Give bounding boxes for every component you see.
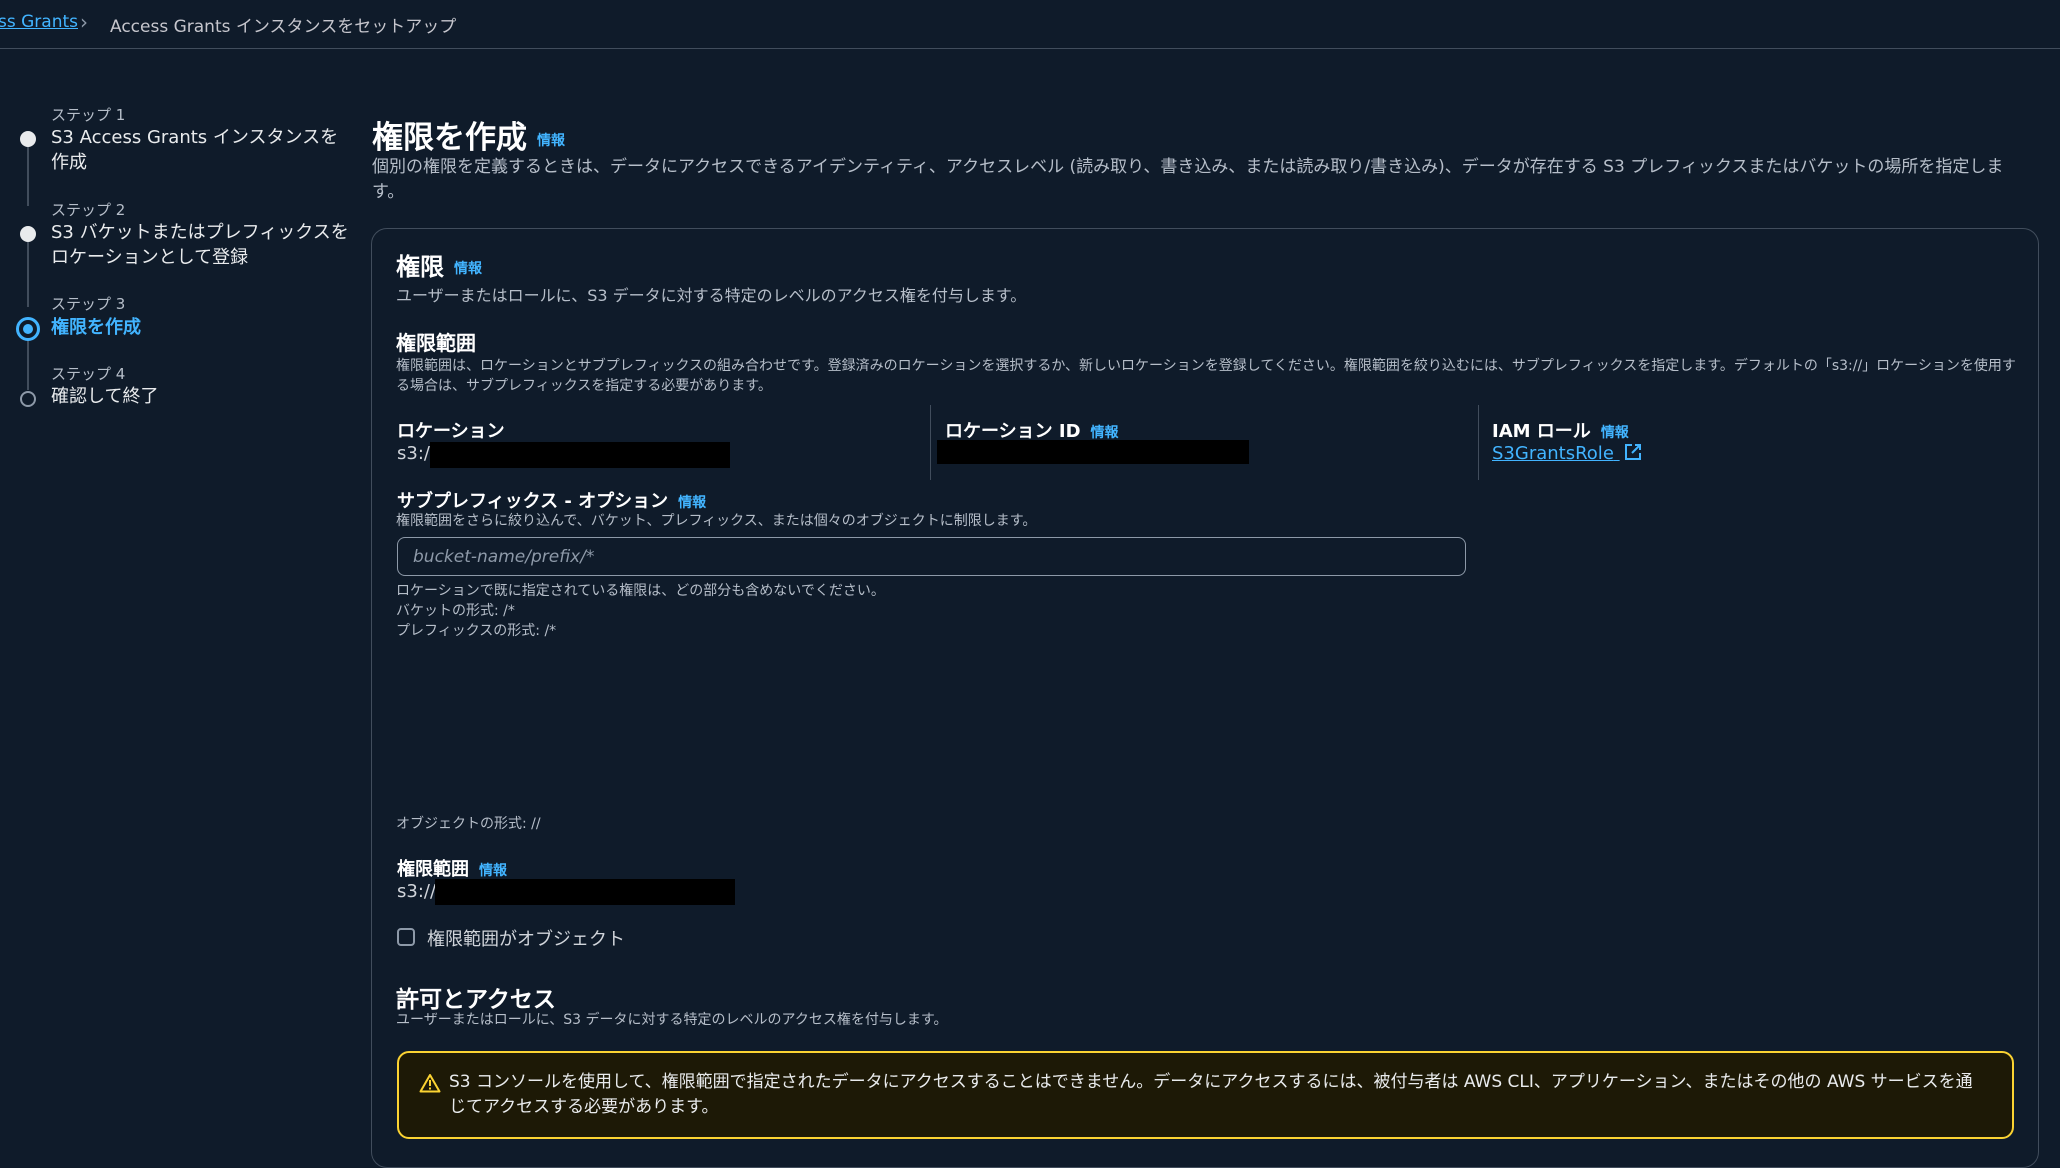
grant-title-text: 権限	[396, 253, 444, 281]
subprefix-hint-object: オブジェクトの形式: //	[396, 816, 541, 832]
subprefix-hint-prefix: プレフィックスの形式: /*	[396, 623, 557, 639]
subprefix-input[interactable]	[397, 537, 1466, 576]
grant-section-title: 権限 情報	[396, 247, 482, 282]
info-link[interactable]: 情報	[454, 261, 482, 277]
step-3-label: ステップ 3	[51, 295, 126, 313]
scope-is-object-checkbox[interactable]	[397, 928, 415, 946]
redacted-location	[430, 442, 730, 468]
info-link[interactable]: 情報	[479, 863, 507, 879]
scope-result-label: 権限範囲 情報	[397, 855, 507, 881]
breadcrumb-link-access-grants[interactable]: ss Grants	[0, 12, 78, 32]
iam-role-link[interactable]: S3GrantsRole	[1492, 443, 1642, 464]
scope-description: 権限範囲は、ロケーションとサブプレフィックスの組み合わせです。登録済みのロケーシ…	[396, 358, 2016, 394]
step-3-title: 権限を作成	[51, 317, 141, 338]
step-1-title: S3 Access Grants インスタンスを作成	[51, 127, 339, 173]
subprefix-hint: ロケーションで既に指定されている権限は、どの部分も含めないでください。	[396, 583, 885, 599]
external-link-icon	[1624, 444, 1641, 460]
redacted-scope	[435, 879, 735, 905]
location-id-label-text: ロケーション ID	[945, 421, 1081, 442]
iam-role-link-text: S3GrantsRole	[1492, 443, 1614, 464]
step-complete-icon	[20, 131, 36, 147]
permissions-description: ユーザーまたはロールに、S3 データに対する特定のレベルのアクセス権を付与します…	[396, 1012, 948, 1028]
step-4-label: ステップ 4	[51, 365, 126, 383]
iam-role-label: IAM ロール 情報	[1492, 417, 1629, 443]
page-title: 権限を作成 情報	[372, 112, 565, 157]
warning-icon	[419, 1074, 441, 1093]
page-description: 個別の権限を定義するときは、データにアクセスできるアイデンティティ、アクセスレベ…	[372, 157, 2004, 202]
scope-title: 権限範囲	[396, 331, 476, 355]
step-connector	[27, 146, 29, 206]
scope-result-label-text: 権限範囲	[397, 859, 469, 880]
location-value: s3:/	[397, 443, 430, 464]
step-2-label: ステップ 2	[51, 201, 126, 219]
column-divider	[1478, 405, 1479, 480]
step-4-title: 確認して終了	[51, 386, 159, 407]
chevron-right-icon: ›	[80, 10, 88, 34]
warning-alert-text: S3 コンソールを使用して、権限範囲で指定されたデータにアクセスすることはできま…	[449, 1072, 1973, 1117]
page-title-text: 権限を作成	[372, 120, 527, 156]
subprefix-label-text: サブプレフィックス - オプション	[397, 491, 669, 512]
location-label: ロケーション	[397, 421, 505, 442]
warning-alert: S3 コンソールを使用して、権限範囲で指定されたデータにアクセスすることはできま…	[397, 1051, 2014, 1139]
permissions-title: 許可とアクセス	[396, 987, 556, 1013]
column-divider	[930, 405, 931, 480]
subprefix-hint-bucket: バケットの形式: /*	[396, 603, 515, 619]
step-complete-icon	[20, 226, 36, 242]
step-connector	[27, 340, 29, 390]
subprefix-description: 権限範囲をさらに絞り込んで、バケット、プレフィックス、または個々のオブジェクトに…	[396, 513, 1037, 529]
info-link[interactable]: 情報	[1601, 425, 1629, 441]
scope-result-value: s3://	[397, 881, 437, 902]
top-bar: ss Grants › Access Grants インスタンスをセットアップ	[0, 0, 2060, 49]
redacted-location-id	[937, 440, 1249, 464]
breadcrumb-current: Access Grants インスタンスをセットアップ	[110, 17, 457, 37]
info-link[interactable]: 情報	[537, 133, 565, 149]
step-pending-icon	[20, 391, 36, 407]
step-current-icon	[16, 317, 40, 341]
info-link[interactable]: 情報	[678, 495, 706, 511]
grant-description: ユーザーまたはロールに、S3 データに対する特定のレベルのアクセス権を付与します…	[396, 286, 1027, 305]
scope-is-object-label[interactable]: 権限範囲がオブジェクト	[427, 925, 625, 951]
info-link[interactable]: 情報	[1091, 425, 1119, 441]
step-2-title: S3 バケットまたはプレフィックスをロケーションとして登録	[51, 222, 349, 268]
step-1-label: ステップ 1	[51, 106, 126, 124]
step-connector	[27, 241, 29, 307]
iam-role-label-text: IAM ロール	[1492, 421, 1591, 442]
subprefix-label: サブプレフィックス - オプション 情報	[397, 487, 706, 513]
